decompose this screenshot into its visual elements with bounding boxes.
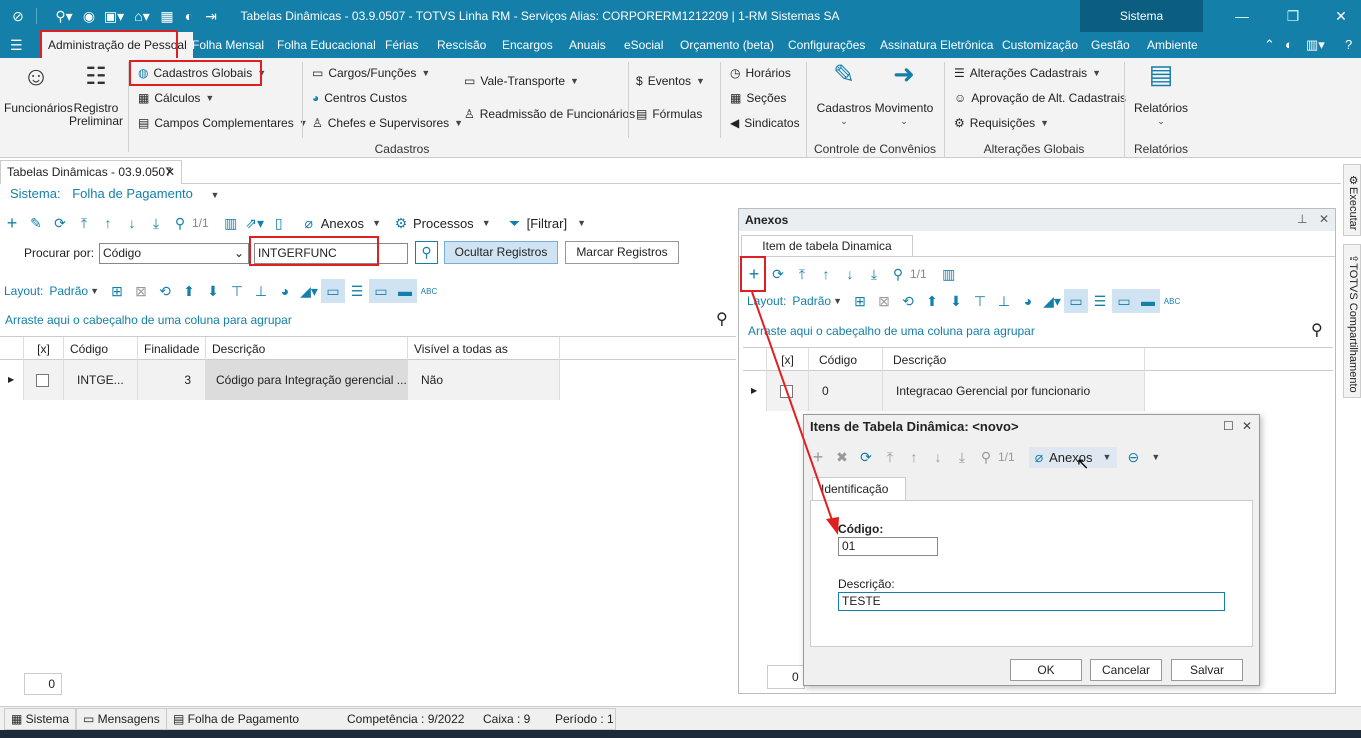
side-tab-compartilhamento[interactable]: ⇪TOTVS Compartilhamento xyxy=(1343,244,1361,398)
annotation-arrow xyxy=(751,291,839,535)
status-folha-label: Folha de Pagamento xyxy=(187,712,300,726)
status-mensagens-button[interactable]: ▭ Mensagens xyxy=(76,708,167,730)
side-tab-compartilhamento-label: TOTVS Compartilhamento xyxy=(1347,262,1359,393)
grid-icon: ▦ xyxy=(11,712,26,726)
status-caixa: Caixa : 9 xyxy=(483,712,531,726)
status-mensagens-label: Mensagens xyxy=(97,712,160,726)
side-tab-executar[interactable]: ⚙Executar xyxy=(1343,164,1361,236)
status-competencia: Competência : 9/2022 xyxy=(347,712,465,726)
taskbar xyxy=(0,730,1361,738)
gear-icon: ⚙ xyxy=(1347,173,1359,187)
mouse-cursor-icon: ↖ xyxy=(1076,456,1090,473)
folha-icon: ▤ xyxy=(173,712,188,726)
status-periodo: Período : 1 xyxy=(555,712,614,726)
status-bar: ▦ Sistema ▭ Mensagens ▤ Folha de Pagamen… xyxy=(0,706,1361,730)
share-icon: ⇪ xyxy=(1347,253,1359,263)
message-icon: ▭ xyxy=(83,712,98,726)
side-tab-executar-label: Executar xyxy=(1347,186,1359,231)
status-info: ▤ Folha de Pagamento Competência : 9/202… xyxy=(166,708,616,730)
status-sistema-button[interactable]: ▦ Sistema xyxy=(4,708,77,730)
status-sistema-label: Sistema xyxy=(25,712,70,726)
